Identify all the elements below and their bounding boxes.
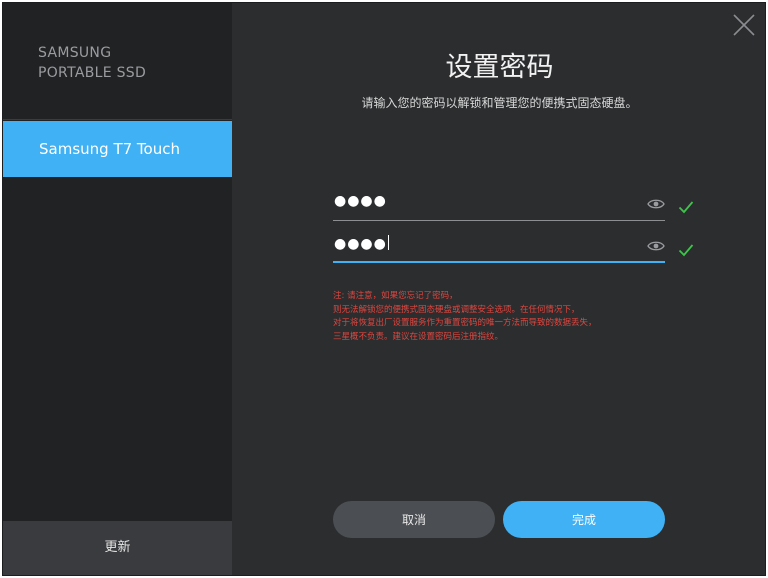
password-value: ●●●● — [334, 193, 387, 209]
warning-line: 注: 请注意，如果您忘记了密码， — [333, 291, 458, 301]
warning-line: 对于将恢复出厂设置服务作为重置密码的唯一方法而导致的数据丢失， — [333, 318, 597, 328]
password-field[interactable]: ●●●● — [333, 191, 665, 221]
eye-icon[interactable] — [647, 239, 665, 253]
confirm-password-field[interactable]: ●●●● — [333, 233, 665, 263]
brand-line-1: SAMSUNG — [38, 45, 112, 61]
update-button[interactable]: 更新 — [3, 521, 232, 575]
done-button[interactable]: 完成 — [503, 501, 665, 538]
brand-logo: SAMSUNG PORTABLE SSD — [38, 43, 146, 83]
brand-line-2: PORTABLE SSD — [38, 65, 147, 81]
close-icon[interactable] — [732, 13, 756, 37]
confirm-password-underline — [333, 261, 665, 263]
confirm-password-value: ●●●● — [334, 235, 389, 252]
eye-icon[interactable] — [647, 197, 665, 211]
warning-notice: 注: 请注意，如果您忘记了密码， 则无法解锁您的便携式固态硬盘或调整安全选项。在… — [333, 290, 693, 344]
sidebar: SAMSUNG PORTABLE SSD Samsung T7 Touch 更新 — [3, 3, 232, 575]
text-caret — [387, 235, 389, 250]
check-icon — [678, 201, 694, 214]
page-title: 设置密码 — [445, 52, 554, 83]
page-subtitle: 请输入您的密码以解锁和管理您的便携式固态硬盘。 — [361, 96, 638, 110]
password-underline — [333, 220, 665, 221]
cancel-button[interactable]: 取消 — [333, 501, 495, 538]
warning-line: 三星概不负责。建议在设置密码后注册指纹。 — [333, 331, 504, 342]
sidebar-divider — [3, 119, 232, 120]
sidebar-item-device[interactable]: Samsung T7 Touch — [3, 121, 232, 177]
app-window: SAMSUNG PORTABLE SSD Samsung T7 Touch 更新… — [2, 2, 766, 576]
check-icon — [678, 244, 694, 257]
warning-line: 则无法解锁您的便携式固态硬盘或调整安全选项。在任何情况下， — [333, 304, 580, 315]
